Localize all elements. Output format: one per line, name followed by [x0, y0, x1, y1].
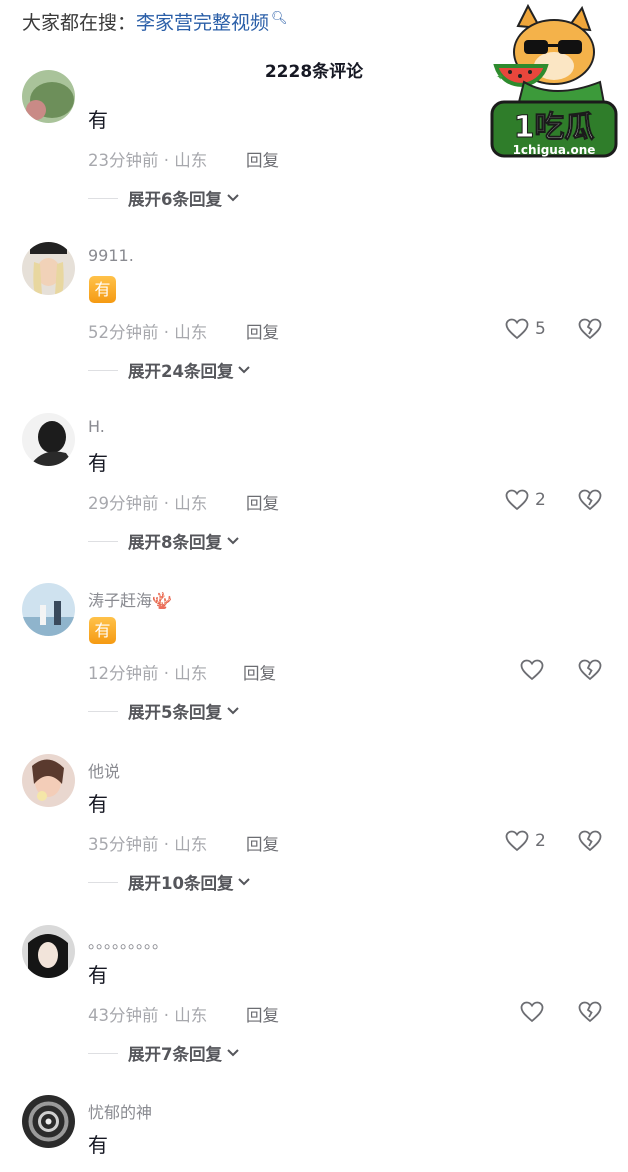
chevron-down-icon [238, 366, 251, 374]
divider [88, 881, 118, 883]
search-icon: 🔍︎ [271, 10, 288, 26]
dislike-button[interactable] [578, 485, 604, 515]
broken-heart-icon [578, 1001, 602, 1023]
like-button[interactable] [520, 655, 544, 685]
reply-button[interactable]: 回复 [243, 660, 276, 684]
expand-replies-label: 展开24条回复 [128, 362, 234, 381]
dislike-button[interactable] [578, 826, 604, 856]
username[interactable]: 9911. [88, 246, 134, 265]
like-count: 5 [535, 319, 546, 339]
avatar[interactable] [22, 70, 75, 123]
broken-heart-icon [578, 659, 602, 681]
watermark-logo: ✦ 1吃瓜 1chigua.one [488, 3, 620, 172]
search-suggestion[interactable]: 大家都在搜：李家营完整视频 🔍︎ [22, 8, 288, 35]
dislike-button[interactable] [578, 655, 604, 685]
chevron-down-icon [227, 194, 239, 202]
reply-button[interactable]: 回复 [246, 490, 279, 514]
chevron-down-icon [227, 537, 239, 545]
avatar[interactable] [22, 583, 75, 636]
username[interactable]: 忧郁的神 [88, 1099, 152, 1123]
username[interactable]: 他说 [88, 758, 120, 782]
divider [88, 1052, 118, 1054]
comment-text: 有 [88, 108, 108, 132]
avatar[interactable] [22, 754, 75, 807]
comment-text: 有 [88, 963, 108, 987]
expand-replies[interactable]: 展开10条回复 [88, 870, 251, 894]
comment-meta: 23分钟前 · 山东 [88, 151, 208, 170]
heart-icon [505, 489, 529, 511]
avatar[interactable] [22, 1095, 75, 1148]
like-count: 2 [535, 490, 546, 510]
like-button[interactable]: 2 [505, 485, 546, 515]
expand-replies-label: 展开8条回复 [128, 533, 222, 552]
username[interactable]: H. [88, 417, 105, 436]
expand-replies-label: 展开6条回复 [128, 190, 222, 209]
expand-replies[interactable]: 展开8条回复 [88, 529, 240, 553]
svg-text:✦: ✦ [496, 72, 504, 83]
comment-item: 9911. 有 52分钟前 · 山东 回复 5 展开24条回复 [0, 242, 628, 392]
heart-icon [505, 830, 529, 852]
avatar[interactable] [22, 925, 75, 978]
like-count: 2 [535, 831, 546, 851]
expand-replies[interactable]: 展开6条回复 [88, 186, 240, 210]
username[interactable]: 涛子赶海🪸 [88, 587, 172, 611]
search-label: 大家都在搜： [22, 12, 137, 34]
expand-replies-label: 展开10条回复 [128, 874, 234, 893]
search-term-link[interactable]: 李家营完整视频 [136, 12, 269, 34]
expand-replies-label: 展开5条回复 [128, 703, 222, 722]
dislike-button[interactable] [578, 997, 604, 1027]
comment-meta: 29分钟前 · 山东 [88, 494, 208, 513]
broken-heart-icon [578, 318, 602, 340]
like-button[interactable]: 5 [505, 314, 546, 344]
dislike-button[interactable] [578, 314, 604, 344]
avatar[interactable] [22, 242, 75, 295]
comment-item: 涛子赶海🪸 有 12分钟前 · 山东 回复 展开5条回复 [0, 583, 628, 733]
reply-button[interactable]: 回复 [246, 147, 279, 171]
like-button[interactable] [520, 997, 544, 1027]
content-badge: 有 [89, 276, 116, 303]
broken-heart-icon [578, 489, 602, 511]
heart-icon [505, 318, 529, 340]
chevron-down-icon [227, 707, 239, 715]
comment-text: 有 [88, 451, 108, 475]
divider [88, 197, 118, 199]
divider [88, 540, 118, 542]
expand-replies[interactable]: 展开24条回复 [88, 358, 251, 382]
divider [88, 710, 118, 712]
comment-item: H. 有 29分钟前 · 山东 回复 2 展开8条回复 [0, 413, 628, 563]
comment-item: 忧郁的神 有 [0, 1095, 628, 1172]
comment-text: 有 [88, 1133, 108, 1157]
comment-meta: 43分钟前 · 山东 [88, 1006, 208, 1025]
avatar[interactable] [22, 413, 75, 466]
comment-meta: 12分钟前 · 山东 [88, 664, 208, 683]
comment-item: 他说 有 35分钟前 · 山东 回复 2 展开10条回复 [0, 754, 628, 904]
comment-meta: 52分钟前 · 山东 [88, 323, 208, 342]
chevron-down-icon [227, 1049, 239, 1057]
comment-meta: 35分钟前 · 山东 [88, 835, 208, 854]
divider [88, 369, 118, 371]
reply-button[interactable]: 回复 [246, 319, 279, 343]
watermark-url: 1chigua.one [513, 143, 596, 157]
heart-icon [520, 1001, 544, 1023]
comment-text: 有 [88, 792, 108, 816]
reply-button[interactable]: 回复 [246, 831, 279, 855]
watermark-brand: 1吃瓜 [514, 110, 595, 145]
like-button[interactable]: 2 [505, 826, 546, 856]
expand-replies[interactable]: 展开7条回复 [88, 1041, 240, 1065]
reply-button[interactable]: 回复 [246, 1002, 279, 1026]
heart-icon [520, 659, 544, 681]
expand-replies-label: 展开7条回复 [128, 1045, 222, 1064]
chevron-down-icon [238, 878, 251, 886]
comment-item: 。。。。。。。。。 有 43分钟前 · 山东 回复 展开7条回复 [0, 925, 628, 1075]
broken-heart-icon [578, 830, 602, 852]
username[interactable]: 。。。。。。。。。 [88, 929, 168, 953]
expand-replies[interactable]: 展开5条回复 [88, 699, 240, 723]
content-badge: 有 [89, 617, 116, 644]
